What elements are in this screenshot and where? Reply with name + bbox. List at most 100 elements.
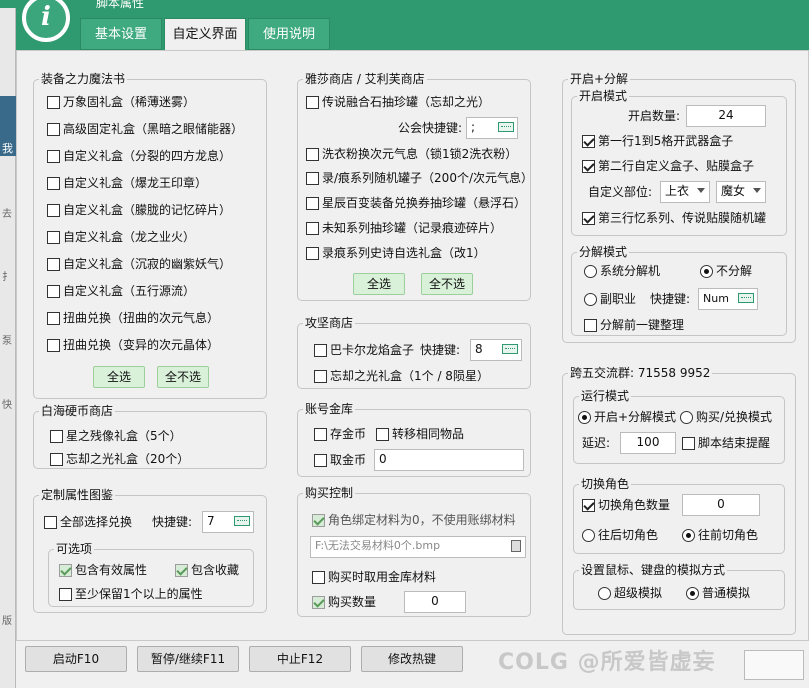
yasha-item[interactable]: 传说融合石抽珍罐（忘却之光）	[306, 94, 490, 110]
buy-mode-radio[interactable]: 购买/兑换模式	[680, 409, 772, 425]
deposit-checkbox[interactable]: 存金币	[314, 426, 366, 442]
job-select[interactable]: 魔女	[716, 181, 766, 203]
radio[interactable]	[686, 586, 699, 600]
magic-book-item[interactable]: 扭曲兑换（扭曲的次元气息）	[47, 310, 219, 326]
radio[interactable]	[578, 410, 591, 424]
magic-book-item[interactable]: 自定义礼盒（朦胧的记忆碎片）	[47, 202, 231, 218]
open-mode-radio[interactable]: 开启+分解模式	[578, 409, 676, 425]
checkbox[interactable]	[582, 211, 595, 225]
checkbox[interactable]	[306, 171, 319, 185]
yasha-item[interactable]: 录/痕系列随机罐子（200个/次元气息）	[306, 170, 533, 186]
magic-book-item[interactable]: 自定义礼盒（龙之业火）	[47, 229, 195, 245]
withdraw-amount-input[interactable]: 0	[374, 449, 524, 471]
guild-hotkey-input[interactable]: ;	[466, 117, 518, 139]
checkbox[interactable]	[44, 515, 57, 529]
withdraw-checkbox[interactable]: 取金币	[314, 452, 366, 468]
radio[interactable]	[598, 586, 611, 600]
custom-attr-hotkey-input[interactable]: 7	[202, 511, 254, 533]
move-same-checkbox[interactable]: 转移相同物品	[376, 426, 464, 442]
yasha-select-none-button[interactable]: 全不选	[421, 273, 473, 295]
checkbox[interactable]	[59, 587, 72, 601]
sub-hotkey-input[interactable]: Num	[698, 288, 758, 310]
checkbox[interactable]	[50, 429, 63, 443]
white-sea-item[interactable]: 忘却之光礼盒（20个）	[50, 451, 189, 467]
checkbox[interactable]	[47, 149, 60, 163]
checkbox[interactable]	[312, 513, 325, 527]
stop-button[interactable]: 中止F12	[249, 646, 351, 672]
tab-instructions[interactable]: 使用说明	[248, 18, 330, 50]
checkbox[interactable]	[47, 122, 60, 136]
radio[interactable]	[682, 528, 695, 542]
end-alert-checkbox[interactable]: 脚本结束提醒	[682, 435, 770, 451]
radio[interactable]	[584, 264, 597, 278]
pre-tidy-checkbox[interactable]: 分解前一键整理	[584, 317, 684, 333]
checkbox[interactable]	[306, 147, 319, 161]
custom-part-select[interactable]: 上衣	[660, 181, 710, 203]
magic-book-item[interactable]: 高级固定礼盒（黑暗之眼储能器）	[47, 121, 243, 137]
checkbox[interactable]	[314, 369, 327, 383]
row1-checkbox[interactable]: 第一行1到5格开武器盒子	[582, 133, 733, 149]
sys-decompose-radio[interactable]: 系统分解机	[584, 263, 660, 279]
checkbox[interactable]	[50, 452, 63, 466]
radio[interactable]	[584, 292, 597, 306]
checkbox[interactable]	[584, 318, 597, 332]
checkbox[interactable]	[47, 203, 60, 217]
sub-job-radio[interactable]: 副职业	[584, 291, 636, 307]
checkbox[interactable]	[582, 134, 595, 148]
checkbox[interactable]	[306, 246, 319, 260]
radio[interactable]	[700, 264, 713, 278]
checkbox[interactable]	[59, 563, 72, 577]
switch-forward-radio[interactable]: 往前切角色	[682, 527, 758, 543]
switch-back-radio[interactable]: 往后切角色	[582, 527, 658, 543]
delay-input[interactable]: 100	[620, 432, 676, 454]
tab-basic-settings[interactable]: 基本设置	[80, 18, 162, 50]
checkbox[interactable]	[47, 95, 60, 109]
white-sea-item[interactable]: 星之残像礼盒（5个）	[50, 428, 182, 444]
yasha-item[interactable]: 未知系列抽珍罐（记录痕迹碎片）	[306, 220, 502, 236]
checkbox[interactable]	[306, 196, 319, 210]
attack-hotkey-input[interactable]: 8	[470, 339, 522, 361]
checkbox[interactable]	[47, 230, 60, 244]
row2-checkbox[interactable]: 第二行自定义盒子、贴膜盒子	[582, 158, 754, 174]
keep-one-checkbox[interactable]: 至少保留1个以上的属性	[59, 586, 203, 602]
material-file-input[interactable]: F:\无法交易材料0个.bmp	[310, 536, 526, 558]
checkbox[interactable]	[47, 284, 60, 298]
open-count-input[interactable]: 24	[686, 105, 766, 127]
yasha-item[interactable]: 洗衣粉换次元气息（锁1锁2洗衣粉）	[306, 146, 517, 162]
tab-custom-ui[interactable]: 自定义界面	[164, 18, 246, 51]
magic-book-item[interactable]: 自定义礼盒（沉寂的幽紫妖气）	[47, 256, 231, 272]
row3-checkbox[interactable]: 第三行忆系列、传说贴膜随机罐	[582, 210, 766, 226]
start-button[interactable]: 启动F10	[25, 646, 127, 672]
checkbox[interactable]	[582, 159, 595, 173]
yasha-item[interactable]: 录痕系列史诗自选礼盒（改1）	[306, 245, 486, 261]
file-icon[interactable]	[511, 540, 521, 552]
modify-hotkey-button[interactable]: 修改热键	[361, 646, 463, 672]
switch-role-count-input[interactable]: 0	[682, 494, 760, 516]
radio[interactable]	[680, 410, 693, 424]
pause-resume-button[interactable]: 暂停/继续F11	[137, 646, 239, 672]
checkbox[interactable]	[682, 436, 695, 450]
magic-book-item[interactable]: 扭曲兑换（变异的次元晶体）	[47, 337, 219, 353]
no-decompose-radio[interactable]: 不分解	[700, 263, 752, 279]
checkbox[interactable]	[376, 427, 389, 441]
magic-book-item[interactable]: 自定义礼盒（五行源流）	[47, 283, 195, 299]
magic-select-none-button[interactable]: 全不选	[157, 366, 209, 388]
use-vault-checkbox[interactable]: 购买时取用金库材料	[312, 569, 436, 585]
checkbox[interactable]	[312, 570, 325, 584]
checkbox[interactable]	[175, 563, 188, 577]
magic-book-item[interactable]: 自定义礼盒（爆龙王印章）	[47, 175, 207, 191]
switch-role-checkbox[interactable]: 切换角色数量	[582, 497, 670, 513]
checkbox[interactable]	[314, 343, 327, 357]
magic-book-item[interactable]: 自定义礼盒（分裂的四方龙息）	[47, 148, 231, 164]
attack-shop-item[interactable]: 巴卡尔龙焰盒子	[314, 342, 414, 358]
checkbox[interactable]	[582, 498, 595, 512]
radio[interactable]	[582, 528, 595, 542]
checkbox[interactable]	[47, 338, 60, 352]
buy-qty-input[interactable]: 0	[404, 591, 466, 613]
include-collect-checkbox[interactable]: 包含收藏	[175, 562, 239, 578]
super-sim-radio[interactable]: 超级模拟	[598, 585, 662, 601]
checkbox[interactable]	[312, 595, 325, 609]
checkbox[interactable]	[314, 453, 327, 467]
custom-attr-select-all[interactable]: 全部选择兑换	[44, 514, 132, 530]
bind-material-checkbox[interactable]: 角色绑定材料为0，不使用账绑材料	[312, 512, 516, 528]
